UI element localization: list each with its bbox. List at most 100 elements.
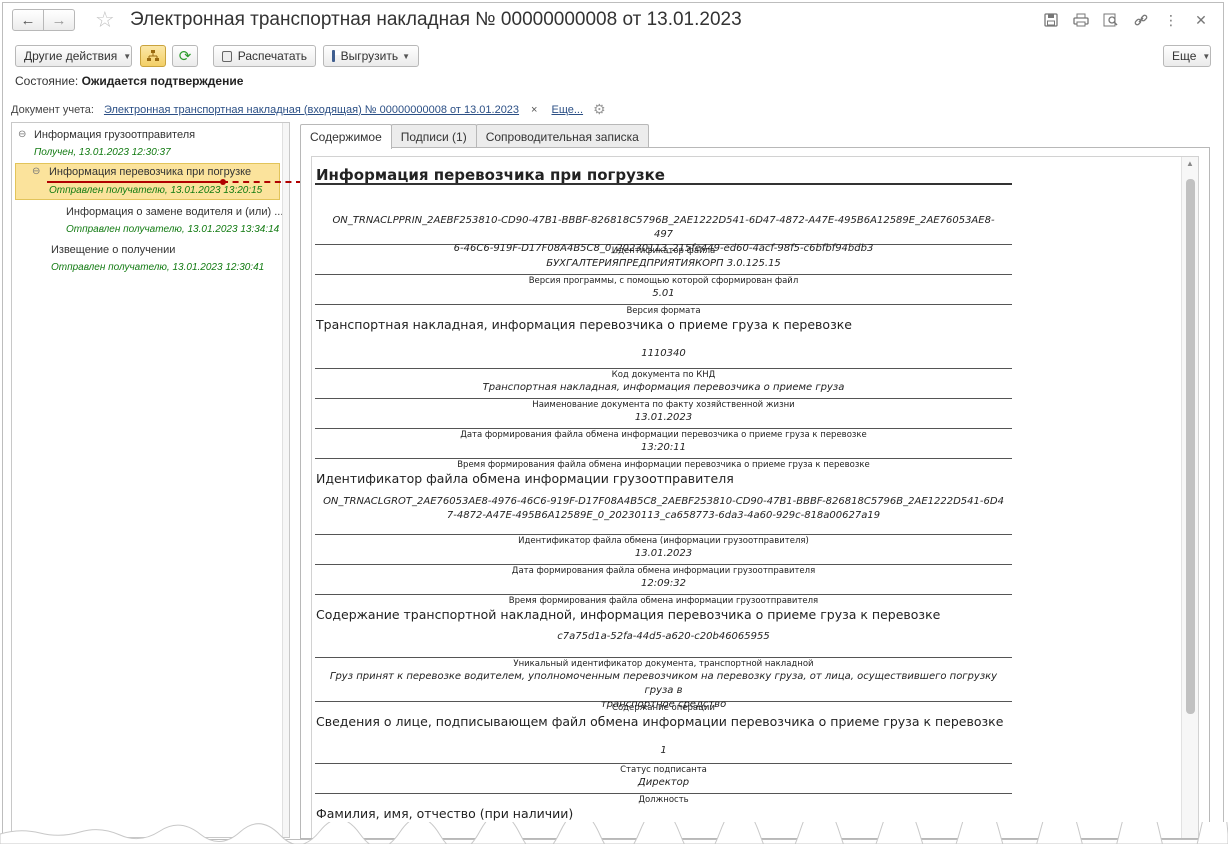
- chevron-down-icon: ▼: [1202, 51, 1211, 61]
- tab-cover-note[interactable]: Сопроводительная записка: [475, 124, 649, 148]
- program-value: БУХГАЛТЕРИЯПРЕДПРИЯТИЯКОРП 3.0.125.15: [546, 258, 781, 269]
- arrow-left-icon: ←: [20, 11, 36, 29]
- torn-edge: [0, 822, 1228, 844]
- date-key: Дата формирования файла обмена информаци…: [460, 430, 867, 440]
- doc-row-position: Статус подписанта Директор: [315, 764, 1012, 794]
- format-key: Версия формата: [626, 306, 701, 316]
- section-title: Идентификатор файла обмена информации гр…: [316, 471, 734, 486]
- refresh-icon: ⟳: [178, 48, 192, 65]
- doc-row-file-id: ON_TRNACLPPRIN_2AEBF253810-CD90-47B1-BBB…: [315, 185, 1012, 254]
- export-button[interactable]: Выгрузить ▼: [323, 45, 419, 67]
- arrow-right-icon: →: [51, 11, 67, 29]
- save-icon[interactable]: [1041, 11, 1061, 29]
- uuid-value: c7a75d1a-52fa-44d5-a620-c20b46065955: [557, 631, 770, 642]
- doc-row-doc-name: Код документа по КНД Транспортная наклад…: [315, 369, 1012, 399]
- uuid-key: Уникальный идентификатор документа, тран…: [513, 659, 814, 669]
- date-value: 13.01.2023: [634, 412, 693, 423]
- link-icon[interactable]: [1131, 11, 1151, 29]
- collapse-icon[interactable]: ⊖: [32, 166, 40, 177]
- tree-node-status: Получен, 13.01.2023 12:30:37: [34, 147, 171, 158]
- doc-row-signer-status: Содержание операции Сведения о лице, под…: [315, 702, 1012, 764]
- back-button[interactable]: ←: [12, 9, 44, 31]
- tab-content[interactable]: Содержимое: [300, 124, 392, 149]
- window-title: Электронная транспортная накладная № 000…: [130, 9, 742, 30]
- shipper-date-value: 13.01.2023: [634, 548, 693, 559]
- doc-name-key: Наименование документа по факту хозяйств…: [532, 400, 795, 410]
- clear-link-icon[interactable]: ×: [531, 104, 537, 116]
- tree-node-status: Отправлен получателю, 13.01.2023 13:34:1…: [66, 224, 280, 235]
- shipper-time-key: Время формирования файла обмена информац…: [508, 596, 819, 606]
- title-bar: ← → ☆ Электронная транспортная накладная…: [3, 3, 1223, 39]
- signer-status-value: 1: [660, 745, 667, 756]
- shipper-id-line2: 7-4872-A47E-495B6A12589E_0_20230113_ca65…: [446, 510, 881, 521]
- chevron-down-icon: ▼: [123, 51, 132, 61]
- tree-node[interactable]: Извещение о получении Отправлен получате…: [12, 243, 281, 277]
- shipper-id-key: Идентификатор файла обмена (информации г…: [518, 536, 809, 546]
- document-tree: ⊖ Информация грузоотправителя Получен, 1…: [11, 122, 290, 838]
- title-bar-icons: ⋮ ✕: [1041, 11, 1211, 29]
- tree-scrollbar[interactable]: [282, 123, 289, 837]
- more-actions-button[interactable]: Другие действия ▼: [15, 45, 132, 67]
- time-key: Время формирования файла обмена информац…: [457, 460, 870, 470]
- signer-status-key: Статус подписанта: [620, 765, 707, 775]
- floppy-icon: [332, 50, 340, 62]
- program-key: Версия программы, с помощью которой сфор…: [528, 276, 799, 286]
- document-scrollbar[interactable]: ▲: [1181, 157, 1198, 838]
- tree-node[interactable]: ⊖ Информация грузоотправителя Получен, 1…: [12, 127, 281, 161]
- print-icon[interactable]: [1071, 11, 1091, 29]
- knd-key: Код документа по КНД: [611, 370, 716, 380]
- refresh-button[interactable]: ⟳: [172, 45, 198, 67]
- chevron-down-icon: ▼: [402, 51, 410, 61]
- tree-node-title: Извещение о получении: [51, 244, 176, 256]
- tab-signatures[interactable]: Подписи (1): [390, 124, 477, 148]
- tree-node[interactable]: Информация о замене водителя и (или) ...…: [12, 205, 283, 239]
- document-account-more-link[interactable]: Еще...: [551, 104, 583, 116]
- file-id-key: Идентификатор файла: [611, 246, 716, 256]
- scroll-up-icon[interactable]: ▲: [1186, 159, 1194, 168]
- printer-icon: [222, 50, 232, 62]
- forward-button[interactable]: →: [43, 9, 75, 31]
- content-tabs: Содержимое Подписи (1) Сопроводительная …: [300, 124, 649, 149]
- shipper-date-key: Дата формирования файла обмена информаци…: [511, 566, 816, 576]
- section-title: Содержание транспортной накладной, инфор…: [316, 607, 941, 622]
- tree-node-status: Отправлен получателю, 13.01.2023 12:30:4…: [51, 262, 265, 273]
- print-label: Распечатать: [237, 49, 307, 63]
- document-account-link[interactable]: Электронная транспортная накладная (вход…: [104, 104, 519, 116]
- more-label: Еще: [1172, 49, 1197, 63]
- operation-key: Содержание операции: [612, 703, 715, 713]
- favorite-star-icon[interactable]: ☆: [95, 8, 115, 32]
- document-view: Информация перевозчика при погрузке ON_T…: [311, 156, 1199, 838]
- state-label: Состояние:: [15, 74, 79, 88]
- tree-node-status: Отправлен получателю, 13.01.2023 13:20:1…: [49, 185, 263, 196]
- tree-node-selected[interactable]: ⊖ Информация перевозчика при погрузке От…: [15, 163, 280, 200]
- format-value: 5.01: [652, 288, 675, 299]
- collapse-icon[interactable]: ⊖: [18, 129, 26, 140]
- operation-line1: Груз принят к перевозке водителем, уполн…: [329, 671, 998, 696]
- doc-row-uuid: Время формирования файла обмена информац…: [315, 595, 1012, 658]
- state-line: Состояние: Ожидается подтверждение: [15, 74, 243, 88]
- doc-row-shipper-id: Время формирования файла обмена информац…: [315, 459, 1012, 535]
- print-button[interactable]: Распечатать: [213, 45, 316, 67]
- kebab-menu-icon[interactable]: ⋮: [1161, 11, 1181, 29]
- more-button[interactable]: Еще ▼: [1163, 45, 1211, 67]
- file-id-line1: ON_TRNACLPPRIN_2AEBF253810-CD90-47B1-BBB…: [332, 215, 995, 240]
- position-key: Должность: [638, 795, 689, 805]
- doc-name-value: Транспортная накладная, информация перев…: [482, 382, 845, 393]
- preview-icon[interactable]: [1101, 11, 1121, 29]
- knd-value: 1110340: [641, 348, 686, 359]
- document-account-label: Документ учета:: [11, 103, 94, 116]
- doc-row-operation: Уникальный идентификатор документа, тран…: [315, 658, 1012, 710]
- close-icon[interactable]: ✕: [1191, 11, 1211, 29]
- scroll-thumb[interactable]: [1186, 179, 1195, 714]
- gear-icon[interactable]: ⚙: [593, 101, 606, 118]
- more-actions-label: Другие действия: [24, 49, 118, 63]
- doc-row-knd: Версия формата Транспортная накладная, и…: [315, 305, 1012, 369]
- document-body: Информация перевозчика при погрузке ON_T…: [315, 165, 1012, 834]
- structure-button[interactable]: [140, 45, 166, 67]
- doc-row-format: Версия программы, с помощью которой сфор…: [315, 275, 1012, 305]
- document-heading: Информация перевозчика при погрузке: [315, 165, 1012, 185]
- command-bar: Другие действия ▼ ⟳ Распечатать Выгрузит…: [15, 45, 1211, 69]
- doc-row-shipper-time: Дата формирования файла обмена информаци…: [315, 565, 1012, 595]
- doc-row-shipper-date: Идентификатор файла обмена (информации г…: [315, 535, 1012, 565]
- hierarchy-icon: [147, 50, 159, 61]
